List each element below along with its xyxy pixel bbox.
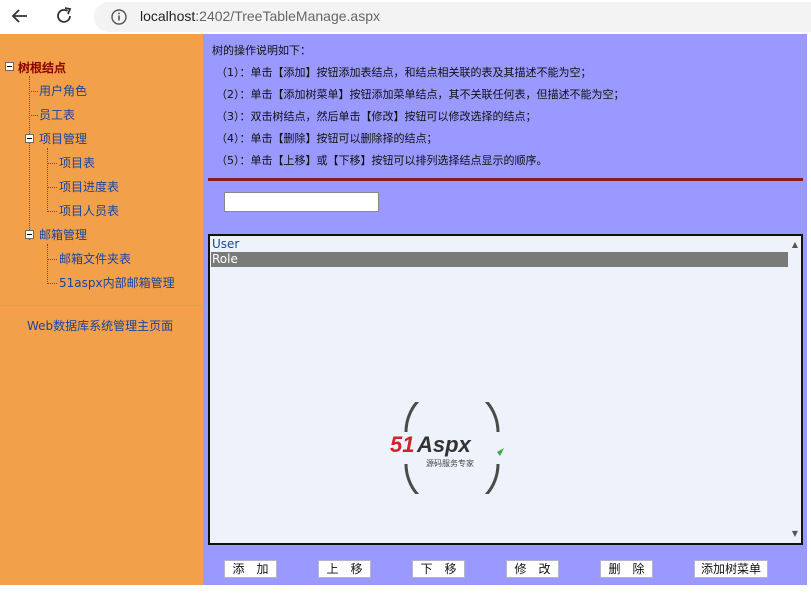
add-tree-menu-button[interactable]: 添加树菜单	[694, 560, 768, 578]
page-bottom	[0, 585, 811, 605]
tree-item-employee[interactable]: 员工表	[39, 107, 75, 123]
tree-line	[47, 244, 48, 282]
instruction-line: （3）：双击树结点，然后单击【修改】按钮可以修改选择的结点；	[216, 110, 537, 123]
address-bar[interactable]: localhost:2402/TreeTableManage.aspx	[94, 2, 811, 32]
instruction-line: （2）：单击【添加树菜单】按钮添加菜单结点，其不关联任何表，但描述不能为空；	[216, 88, 625, 101]
tree-item-project-table[interactable]: 项目表	[59, 155, 95, 171]
scroll-up-icon[interactable]: ▲	[791, 241, 799, 249]
tree-line	[29, 115, 38, 116]
instruction-line: （1）：单击【添加】按钮添加表结点，和结点相关联的表及其描述不能为空；	[216, 66, 592, 79]
tree-item-project-staff[interactable]: 项目人员表	[59, 203, 119, 219]
logo-aspx-text: Aspx	[417, 432, 471, 457]
move-up-button[interactable]: 上 移	[318, 560, 371, 578]
tree-item-project-progress[interactable]: 项目进度表	[59, 179, 119, 195]
tree-line	[47, 283, 57, 284]
tree-item-mailbox-management[interactable]: 邮箱管理	[39, 227, 87, 243]
collapse-mailbox-icon[interactable]	[25, 230, 34, 239]
tree-line	[47, 148, 48, 210]
node-text-input[interactable]	[224, 192, 379, 212]
delete-button[interactable]: 删 除	[600, 560, 653, 578]
tree-item-mail-folders[interactable]: 邮箱文件夹表	[59, 251, 131, 267]
tree-line	[47, 187, 57, 188]
tree-line	[47, 163, 57, 164]
info-icon[interactable]	[110, 8, 128, 26]
tree-line	[29, 76, 30, 240]
tree-item-user-role[interactable]: 用户角色	[39, 83, 87, 99]
url-path: :2402/TreeTableManage.aspx	[195, 8, 380, 24]
instruction-line: （5）：单击【上移】或【下移】按钮可以排列选择结点显示的顺序。	[216, 154, 548, 167]
url-host: localhost	[140, 8, 196, 24]
list-option-user[interactable]: User	[211, 237, 788, 252]
tree-line	[47, 259, 57, 260]
browser-toolbar: localhost:2402/TreeTableManage.aspx	[0, 0, 811, 34]
arrow-left-icon	[11, 9, 27, 23]
window-edge	[807, 34, 811, 585]
tree-line	[47, 211, 57, 212]
main-page-link[interactable]: Web数据库系统管理主页面	[27, 317, 173, 334]
instructions-title: 树的操作说明如下：	[212, 44, 311, 57]
refresh-button[interactable]	[50, 4, 78, 28]
edit-button[interactable]: 修 改	[506, 560, 559, 578]
left-frame: 树根结点 用户角色 员工表 项目管理 项目表 项目进度表 项目人员表 邮箱管理 …	[0, 34, 203, 585]
collapse-root-icon[interactable]	[5, 62, 14, 71]
refresh-icon	[57, 7, 72, 23]
instructions: 树的操作说明如下： （1）：单击【添加】按钮添加表结点，和结点相关联的表及其描述…	[212, 40, 625, 172]
collapse-project-icon[interactable]	[25, 134, 34, 143]
node-listbox[interactable]: User Role ▲ ▼ 51 Aspx 源码服务专家	[208, 234, 803, 545]
scroll-down-icon[interactable]: ▼	[791, 530, 799, 538]
list-option-role[interactable]: Role	[211, 252, 788, 267]
watermark-logo: 51 Aspx 源码服务专家	[390, 384, 514, 512]
add-button[interactable]: 添 加	[224, 560, 277, 578]
logo-51-text: 51	[390, 432, 415, 457]
tree-item-project-management[interactable]: 项目管理	[39, 131, 87, 147]
tree-view: 树根结点 用户角色 员工表 项目管理 项目表 项目进度表 项目人员表 邮箱管理 …	[0, 34, 203, 585]
tree-item-internal-mailbox[interactable]: 51aspx内部邮箱管理	[59, 275, 175, 291]
left-divider	[0, 305, 201, 306]
url-text[interactable]: localhost:2402/TreeTableManage.aspx	[140, 8, 380, 24]
right-frame: 树的操作说明如下： （1）：单击【添加】按钮添加表结点，和结点相关联的表及其描述…	[203, 34, 807, 585]
back-button[interactable]	[6, 4, 34, 28]
move-down-button[interactable]: 下 移	[412, 560, 465, 578]
tree-line	[29, 91, 38, 92]
section-divider	[208, 178, 803, 181]
instruction-line: （4）：单击【删除】按钮可以删除择的结点；	[216, 132, 438, 145]
logo-slogan: 源码服务专家	[426, 459, 474, 468]
tree-root-node[interactable]: 树根结点	[18, 60, 66, 76]
